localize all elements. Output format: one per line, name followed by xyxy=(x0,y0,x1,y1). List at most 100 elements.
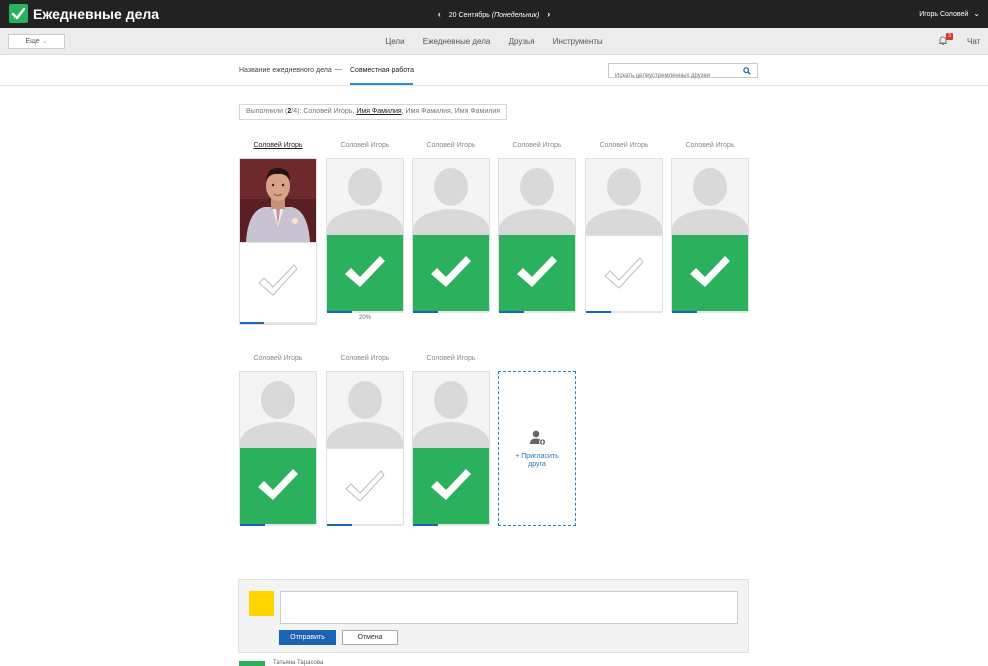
nav-item-tools[interactable]: Инструменты xyxy=(553,37,603,46)
participant-name[interactable]: Соловей Игорь xyxy=(326,355,404,362)
participant-card[interactable] xyxy=(239,158,317,325)
avatar-placeholder-icon xyxy=(327,168,403,235)
participant-photo xyxy=(672,159,748,235)
avatar-placeholder-icon xyxy=(672,168,748,235)
participant-photo xyxy=(413,159,489,235)
notification-badge: 3 xyxy=(946,33,953,40)
participant-photo xyxy=(586,159,662,235)
progress-fill xyxy=(499,311,525,313)
participant-card[interactable] xyxy=(671,158,749,313)
participant-name[interactable]: Соловей Игорь xyxy=(326,142,404,149)
participant-name[interactable]: Соловей Игорь xyxy=(671,142,749,149)
summary-suffix: /4): Соловей Игорь, xyxy=(291,108,357,115)
progress-bar xyxy=(327,524,403,526)
nav-item-goals[interactable]: Цели xyxy=(385,37,404,46)
avatar-placeholder-icon xyxy=(327,381,403,448)
status-done[interactable] xyxy=(672,235,748,311)
breadcrumb-parent[interactable]: Название ежедневного дела xyxy=(239,67,332,74)
comment-input[interactable] xyxy=(280,591,738,624)
user-photo xyxy=(240,159,316,242)
avatar-placeholder-icon xyxy=(413,168,489,235)
main-nav: Цели Ежедневные дела Друзья Инструменты xyxy=(0,37,988,46)
participant-photo xyxy=(240,159,316,242)
progress-bar xyxy=(240,524,316,526)
current-weekday: (Понедельник) xyxy=(491,12,540,19)
status-done[interactable] xyxy=(327,235,403,311)
breadcrumb: Название ежедневного дела — Совместная р… xyxy=(0,55,988,86)
chevron-down-icon: ⌄ xyxy=(973,9,980,18)
checkmark-icon xyxy=(431,469,471,500)
nav-item-daily[interactable]: Ежедневные дела xyxy=(423,37,491,46)
progress-bar xyxy=(327,311,403,313)
status-pending[interactable] xyxy=(240,242,316,322)
search-input[interactable] xyxy=(609,69,735,83)
invite-label-line1: + Пригласить xyxy=(515,453,559,460)
top-bar: Ежедневные дела ‹ 20 Сентябрь (Понедельн… xyxy=(0,0,988,28)
current-date: 20 Сентябрь xyxy=(448,12,490,19)
summary-prefix: Выполнили ( xyxy=(246,108,288,115)
participant-name[interactable]: Соловей Игорь xyxy=(239,142,317,149)
user-menu[interactable]: Игорь Соловей ⌄ xyxy=(919,9,980,18)
progress-fill xyxy=(586,311,612,313)
progress-bar xyxy=(413,524,489,526)
status-done[interactable] xyxy=(240,448,316,524)
status-pending[interactable] xyxy=(327,448,403,524)
progress-fill xyxy=(672,311,698,313)
participant-name[interactable]: Соловей Игорь xyxy=(498,142,576,149)
participant-card[interactable] xyxy=(585,158,663,313)
breadcrumb-separator: — xyxy=(335,66,342,73)
checkmark-icon xyxy=(517,256,557,287)
participant-card[interactable] xyxy=(498,158,576,313)
summary-highlight-name[interactable]: Имя Фамилия xyxy=(356,108,401,115)
active-tab-underline xyxy=(350,83,413,85)
avatar xyxy=(249,591,274,616)
status-done[interactable] xyxy=(499,235,575,311)
status-done[interactable] xyxy=(413,235,489,311)
completed-summary: Выполнили (2/4): Соловей Игорь, Имя Фами… xyxy=(239,104,508,120)
participant-name[interactable]: Соловей Игорь xyxy=(585,142,663,149)
progress-bar xyxy=(499,311,575,313)
avatar-placeholder-icon xyxy=(586,168,662,235)
search-icon[interactable] xyxy=(743,67,751,75)
progress-fill xyxy=(240,524,266,526)
progress-bar xyxy=(672,311,748,313)
summary-rest: , Имя Фамилия, Имя Фамилия xyxy=(401,108,501,115)
participant-card[interactable] xyxy=(326,158,404,313)
participant-card[interactable] xyxy=(239,371,317,526)
status-pending[interactable] xyxy=(586,235,662,311)
participant-photo xyxy=(413,372,489,448)
chevron-left-icon[interactable]: ‹ xyxy=(432,9,447,19)
participant-name[interactable]: Соловей Игорь xyxy=(412,355,490,362)
friend-search xyxy=(608,63,758,83)
nav-item-friends[interactable]: Друзья xyxy=(509,37,535,46)
progress-bar xyxy=(586,311,662,313)
cancel-button[interactable]: Отмена xyxy=(342,630,398,645)
invite-label-line2: друга xyxy=(528,461,546,468)
breadcrumb-current[interactable]: Совместная работа xyxy=(350,67,414,74)
add-user-icon xyxy=(530,430,546,446)
participant-photo xyxy=(327,372,403,448)
participant-card[interactable] xyxy=(412,158,490,313)
participant-card[interactable] xyxy=(412,371,490,526)
avatar-placeholder-icon xyxy=(240,381,316,448)
main-menu-bar: Еще ⌄ Цели Ежедневные дела Друзья Инстру… xyxy=(0,28,988,55)
checkmark-icon xyxy=(345,256,385,287)
participant-photo xyxy=(327,159,403,235)
participant-photo xyxy=(240,372,316,448)
invite-friend-label: + Пригласить друга xyxy=(499,453,575,469)
invite-friend-card[interactable]: + Пригласить друга xyxy=(498,371,576,526)
chevron-right-icon[interactable]: › xyxy=(541,9,556,19)
checkmark-icon xyxy=(604,257,644,289)
progress-fill xyxy=(327,524,353,526)
participant-name[interactable]: Соловей Игорь xyxy=(412,142,490,149)
chat-link[interactable]: Чат xyxy=(967,37,980,46)
checkmark-icon xyxy=(258,264,298,296)
avatar xyxy=(239,661,265,666)
send-button[interactable]: Отправить xyxy=(279,630,336,645)
participant-card[interactable] xyxy=(326,371,404,526)
comment-author[interactable]: Татьяна Тарасова xyxy=(273,660,323,666)
date-navigator: ‹ 20 Сентябрь (Понедельник) › xyxy=(0,9,988,19)
participant-name[interactable]: Соловей Игорь xyxy=(239,355,317,362)
status-done[interactable] xyxy=(413,448,489,524)
avatar-placeholder-icon xyxy=(499,168,575,235)
